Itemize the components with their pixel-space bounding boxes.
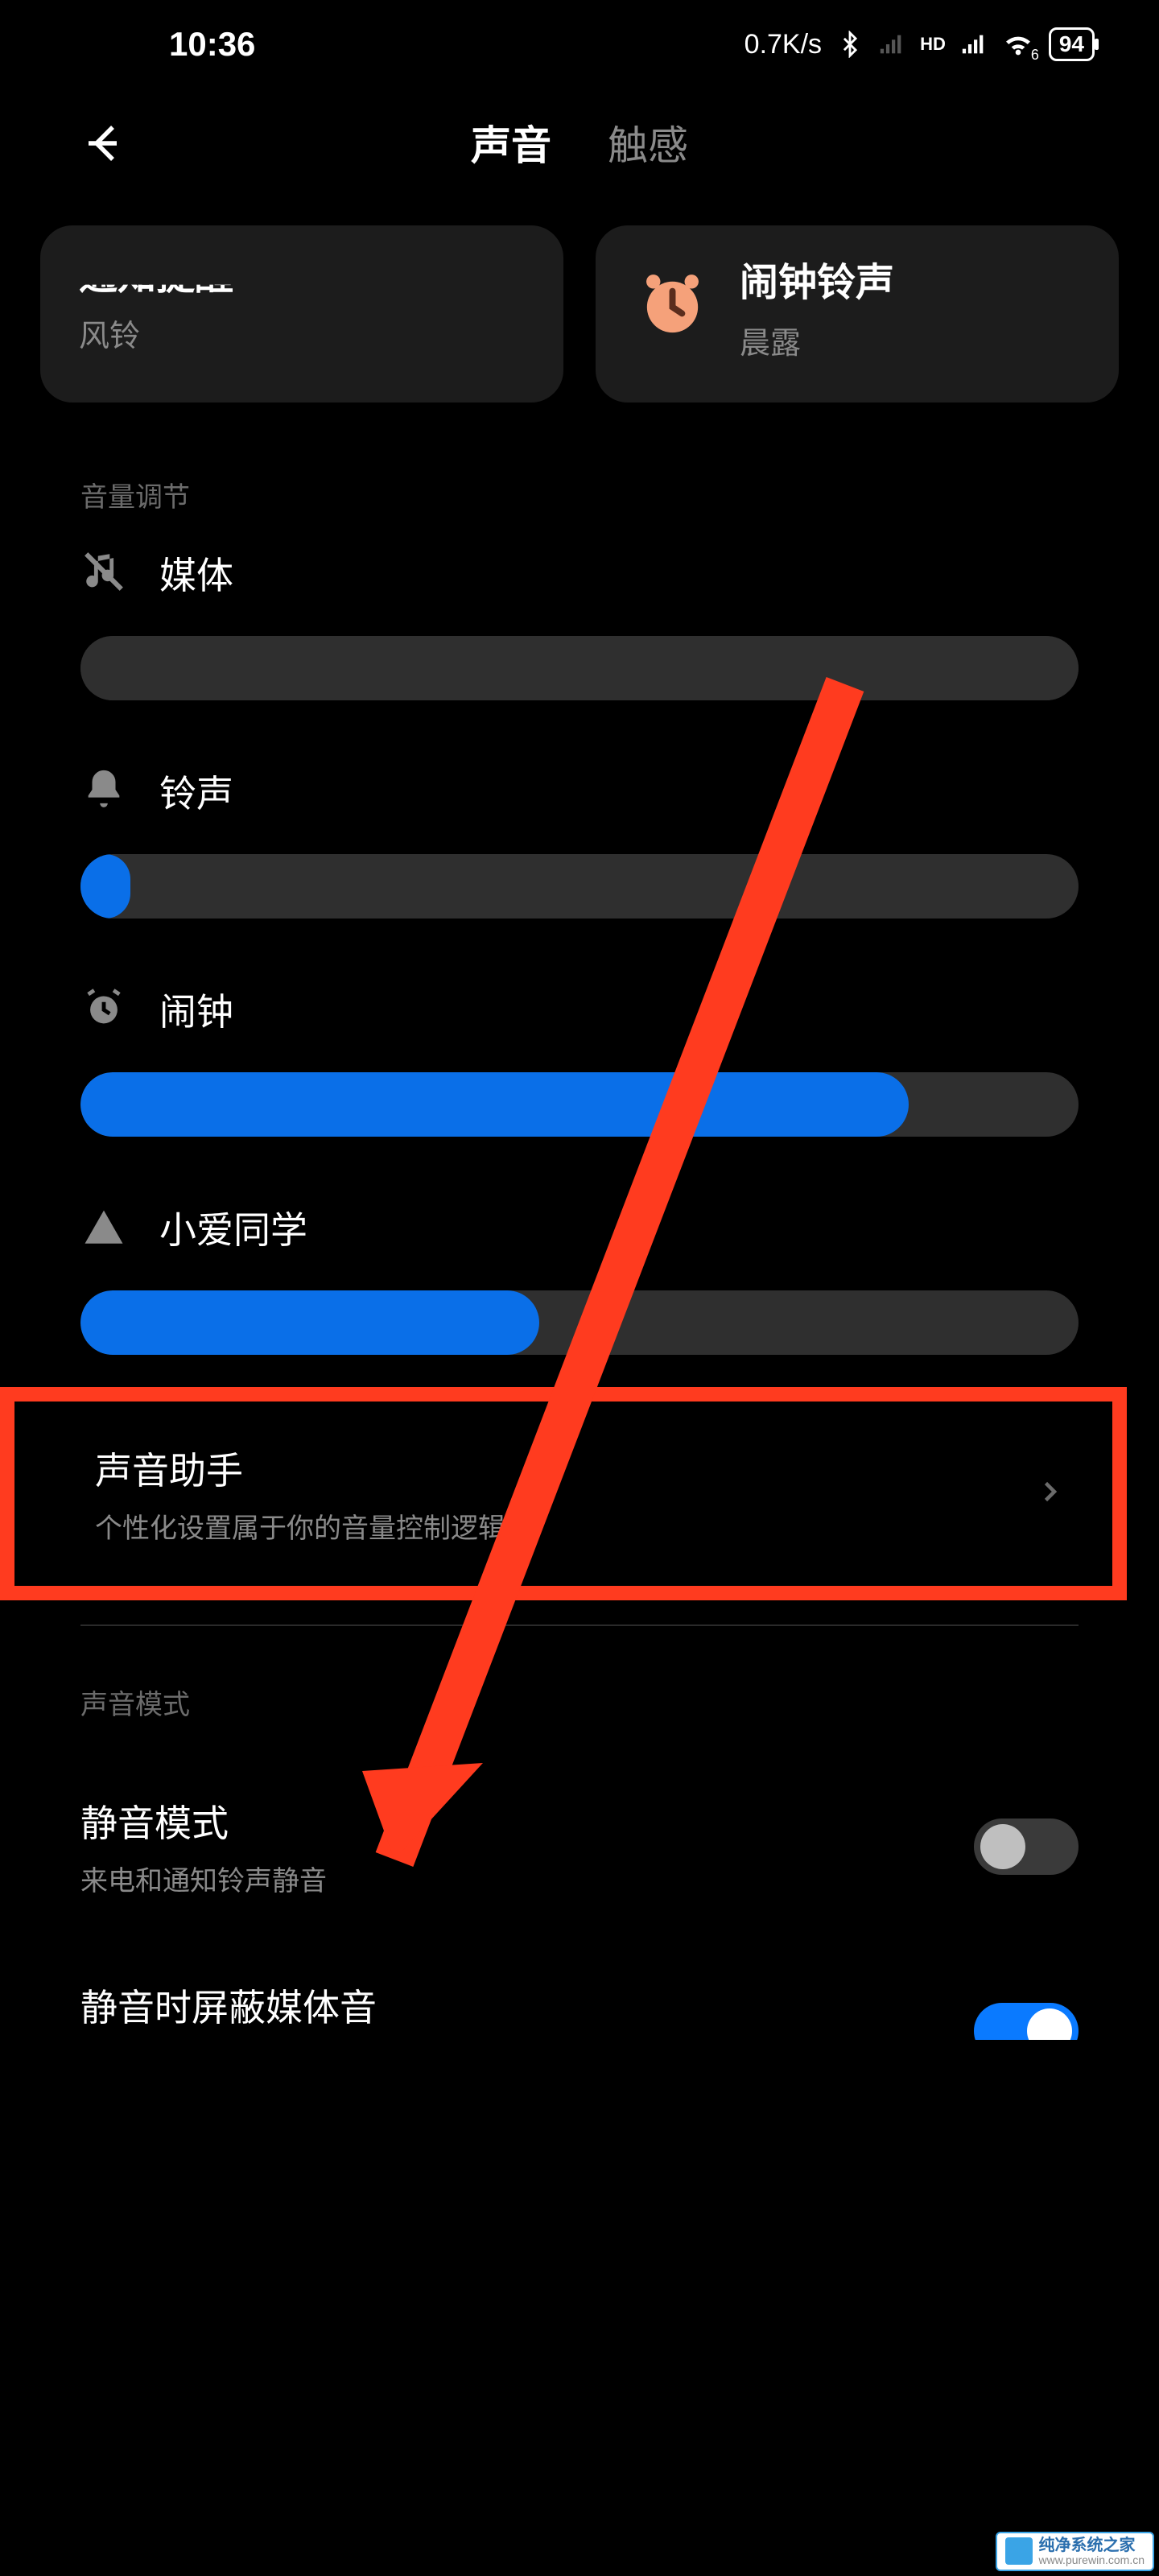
toggle-mute-media[interactable]: [974, 2003, 1079, 2059]
volume-ringtone: 铃声: [80, 765, 1079, 919]
wifi-icon: 6: [1002, 28, 1034, 60]
row-subtitle: 个性化设置属于你的音量控制逻辑: [95, 1506, 505, 1546]
bluetooth-icon: [836, 31, 864, 58]
xiaoai-icon: [80, 1203, 127, 1253]
row-title: 静音模式: [80, 1794, 327, 1847]
slider-media[interactable]: [80, 636, 1079, 700]
divider: [80, 1624, 1079, 1626]
card-title: 闹钟铃声: [740, 250, 894, 307]
signal-icon: [878, 31, 905, 58]
slider-label: 铃声: [159, 765, 233, 818]
row-subtitle: 来电和通知铃声静音: [80, 1859, 327, 1898]
slider-label: 小爱同学: [159, 1201, 307, 1254]
card-title: 通知提醒: [79, 258, 233, 296]
section-header-mode: 声音模式: [0, 1642, 1159, 1754]
slider-xiaoai[interactable]: [80, 1290, 1079, 1355]
volume-alarm: 闹钟: [80, 983, 1079, 1137]
row-subtitle: 媒体音包括游戏、视频等应用内的声音: [80, 2043, 546, 2083]
tabs: 声音 触感: [177, 114, 982, 176]
hd-label: HD: [920, 34, 946, 55]
volume-media: 媒体: [80, 547, 1079, 700]
chevron-right-icon: [1035, 1477, 1064, 1510]
watermark: 纯净系统之家 www.purewin.com.cn: [996, 2532, 1155, 2571]
status-bar: 10:36 0.7K/s HD 6 94: [0, 0, 1159, 89]
watermark-icon: [1005, 2537, 1033, 2565]
card-subtitle: 晨露: [740, 318, 894, 362]
row-silent-mode: 静音模式 来电和通知铃声静音: [0, 1754, 1159, 1938]
ringtone-cards: 通知提醒 风铃 闹钟铃声 晨露: [0, 225, 1159, 402]
status-time: 10:36: [169, 25, 255, 64]
slider-alarm[interactable]: [80, 1072, 1079, 1137]
top-bar: 声音 触感: [0, 89, 1159, 201]
slider-ringtone[interactable]: [80, 854, 1079, 919]
section-header-volume: 音量调节: [0, 402, 1159, 547]
alarm-clock-icon: [634, 266, 711, 346]
status-right-cluster: 0.7K/s HD 6 94: [744, 27, 1095, 61]
back-button[interactable]: [80, 119, 129, 171]
row-title: 静音时屏蔽媒体音: [80, 1979, 546, 2032]
volume-group: 媒体 铃声 闹钟 小爱: [0, 547, 1159, 1355]
signal-icon-2: [960, 31, 988, 58]
card-alarm-tone[interactable]: 闹钟铃声 晨露: [596, 225, 1119, 402]
card-subtitle: 风铃: [79, 311, 233, 355]
bell-icon: [80, 766, 127, 817]
slider-label: 媒体: [159, 547, 233, 600]
media-mute-icon: [80, 548, 127, 599]
watermark-title: 纯净系统之家: [1039, 2537, 1145, 2554]
battery-indicator: 94: [1049, 27, 1095, 61]
slider-label: 闹钟: [159, 983, 233, 1036]
card-notification-tone[interactable]: 通知提醒 风铃: [40, 225, 563, 402]
volume-xiaoai: 小爱同学: [80, 1201, 1079, 1355]
alarm-icon: [80, 985, 127, 1035]
tab-sound[interactable]: 声音: [471, 114, 551, 176]
tab-haptic[interactable]: 触感: [608, 114, 688, 176]
toggle-silent-mode[interactable]: [974, 1818, 1079, 1875]
row-sound-assistant[interactable]: 声音助手 个性化设置属于你的音量控制逻辑: [63, 1402, 1112, 1586]
net-speed: 0.7K/s: [744, 29, 822, 60]
row-title: 声音助手: [95, 1442, 505, 1495]
annotation-highlight-box: 声音助手 个性化设置属于你的音量控制逻辑: [0, 1387, 1127, 1600]
watermark-url: www.purewin.com.cn: [1039, 2554, 1145, 2566]
row-mute-media: 静音时屏蔽媒体音 媒体音包括游戏、视频等应用内的声音: [0, 1938, 1159, 2123]
